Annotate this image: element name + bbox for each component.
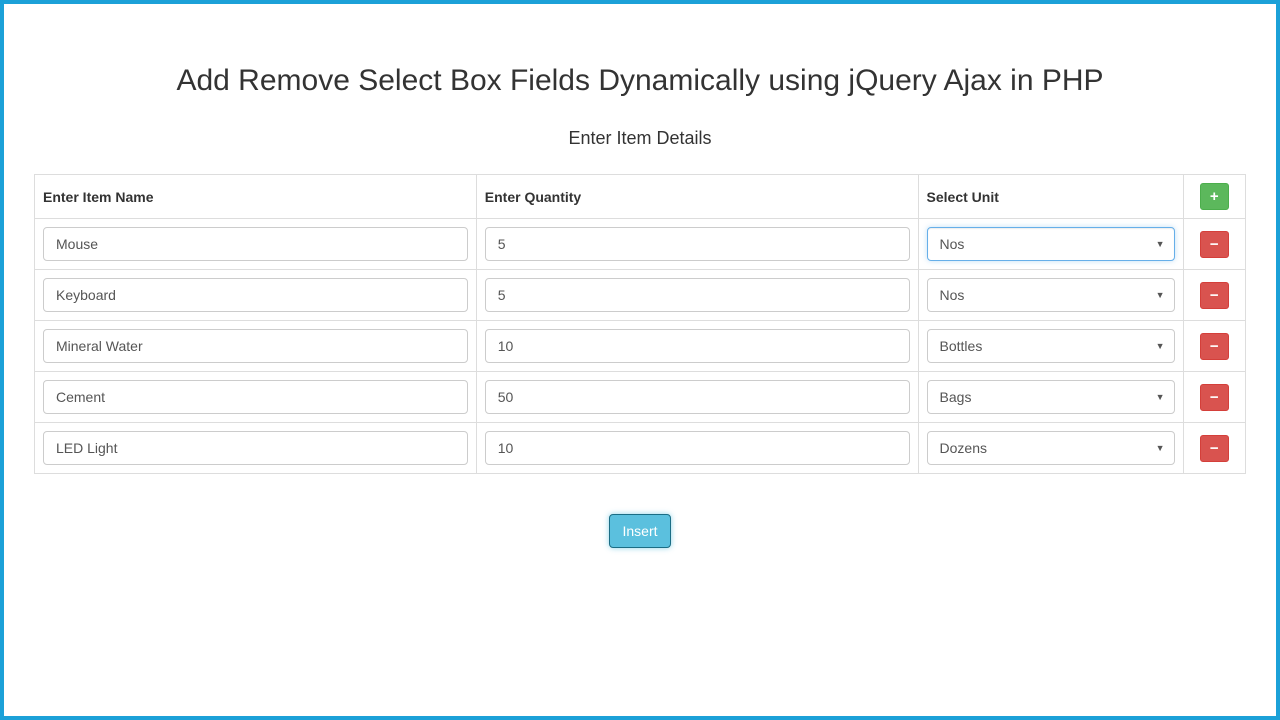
header-item-name: Enter Item Name [35,175,477,219]
table-body: Nos▼−Nos▼−Bottles▼−Bags▼−Dozens▼− [35,219,1246,474]
header-quantity: Enter Quantity [476,175,918,219]
item-name-input[interactable] [43,227,468,261]
unit-select[interactable]: Dozens [927,431,1175,465]
remove-row-button[interactable]: − [1200,384,1229,411]
minus-icon: − [1210,236,1219,253]
minus-icon: − [1210,338,1219,355]
quantity-input[interactable] [485,431,910,465]
unit-select[interactable]: Nos [927,278,1175,312]
remove-row-button[interactable]: − [1200,435,1229,462]
table-row: Nos▼− [35,270,1246,321]
table-row: Nos▼− [35,219,1246,270]
table-row: Dozens▼− [35,423,1246,474]
quantity-input[interactable] [485,278,910,312]
minus-icon: − [1210,440,1219,457]
container: Add Remove Select Box Fields Dynamically… [4,64,1276,548]
table-header-row: Enter Item Name Enter Quantity Select Un… [35,175,1246,219]
remove-row-button[interactable]: − [1200,282,1229,309]
plus-icon: + [1210,188,1219,205]
header-action: + [1183,175,1245,219]
unit-select[interactable]: Nos [927,227,1175,261]
quantity-input[interactable] [485,329,910,363]
remove-row-button[interactable]: − [1200,333,1229,360]
unit-select[interactable]: Bottles [927,329,1175,363]
unit-select[interactable]: Bags [927,380,1175,414]
quantity-input[interactable] [485,380,910,414]
page-subtitle: Enter Item Details [34,128,1246,149]
minus-icon: − [1210,389,1219,406]
item-name-input[interactable] [43,380,468,414]
remove-row-button[interactable]: − [1200,231,1229,258]
table-row: Bags▼− [35,372,1246,423]
page-title: Add Remove Select Box Fields Dynamically… [34,64,1246,98]
item-name-input[interactable] [43,431,468,465]
item-name-input[interactable] [43,278,468,312]
table-row: Bottles▼− [35,321,1246,372]
insert-wrap: Insert [34,514,1246,548]
item-name-input[interactable] [43,329,468,363]
add-row-button[interactable]: + [1200,183,1229,210]
app-frame: Add Remove Select Box Fields Dynamically… [0,0,1280,720]
quantity-input[interactable] [485,227,910,261]
insert-button[interactable]: Insert [609,514,670,548]
items-table: Enter Item Name Enter Quantity Select Un… [34,174,1246,474]
minus-icon: − [1210,287,1219,304]
header-unit: Select Unit [918,175,1183,219]
